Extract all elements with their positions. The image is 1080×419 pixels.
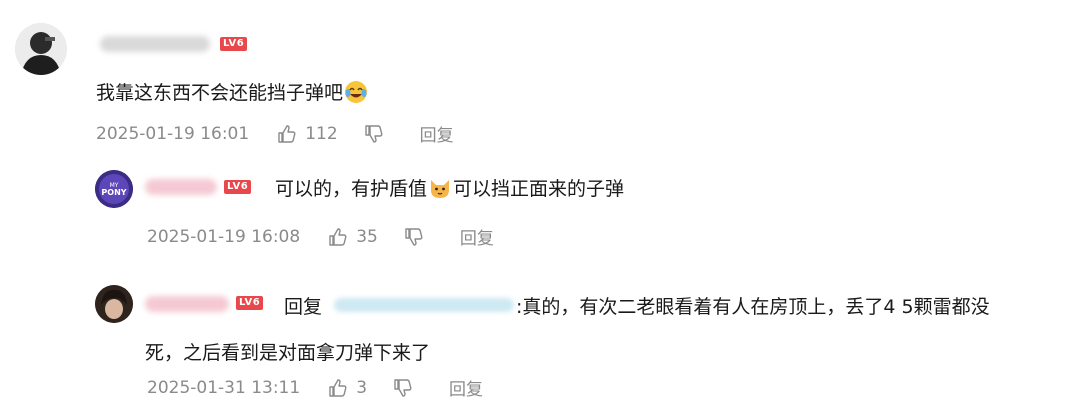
like-count: 3: [356, 377, 368, 398]
timestamp: 2025-01-19 16:08: [147, 226, 301, 247]
thumbs-down-icon[interactable]: [404, 227, 424, 247]
comment-2: MY PONY LV6 可以的，有护盾值 可以挡正面来的子弹 2025-01-19…: [0, 150, 1080, 265]
thumbs-up-icon[interactable]: [328, 227, 348, 247]
comment-text-tail: 可以挡正面来的子弹: [453, 178, 625, 200]
svg-text:PONY: PONY: [101, 188, 126, 197]
comment-text: 我靠这东西不会还能挡子弹吧: [96, 78, 369, 105]
timestamp: 2025-01-19 16:01: [96, 123, 250, 144]
username-blurred[interactable]: [100, 36, 210, 52]
avatar[interactable]: [15, 23, 67, 75]
level-badge: LV6: [236, 296, 264, 310]
comment-text-main: 我靠这东西不会还能挡子弹吧: [96, 82, 344, 104]
reply-button[interactable]: 回复: [420, 121, 454, 146]
username-blurred[interactable]: [145, 179, 217, 195]
mention-username-blurred[interactable]: [334, 298, 514, 312]
avatar[interactable]: MY PONY: [95, 170, 133, 208]
thumbs-down-icon[interactable]: [364, 124, 384, 144]
comment-meta: 2025-01-19 16:08 35 回复: [147, 224, 494, 250]
thumbs-up-icon[interactable]: [328, 378, 348, 398]
comment-3: LV6 回复 :真的，有次二老眼看着有人在房顶上，丢了4 5颗雷都没 死，之后看…: [0, 265, 1080, 419]
username-blurred[interactable]: [145, 296, 229, 312]
comment-text-main: 可以的，有护盾值: [275, 178, 428, 200]
thumbs-down-icon[interactable]: [393, 378, 413, 398]
comment-text: 可以的，有护盾值 可以挡正面来的子弹: [275, 174, 624, 201]
reply-button[interactable]: 回复: [460, 224, 494, 249]
comment-text-line-1: :真的，有次二老眼看着有人在房顶上，丢了4 5颗雷都没: [516, 296, 990, 318]
like-count: 35: [356, 226, 378, 247]
timestamp: 2025-01-31 13:11: [147, 377, 301, 398]
level-badge: LV6: [224, 180, 252, 194]
reply-button[interactable]: 回复: [449, 375, 483, 400]
crying-laughing-emoji-icon: [345, 81, 368, 103]
like-count: 112: [305, 123, 338, 144]
reply-prefix: 回复: [284, 296, 323, 318]
comment-meta: 2025-01-19 16:01 112 回复: [96, 121, 454, 147]
thumbs-up-icon[interactable]: [277, 124, 297, 144]
comment-meta: 2025-01-31 13:11 3 回复: [147, 375, 483, 401]
cat-emoji-icon: [431, 180, 450, 198]
comment-1: LV6 我靠这东西不会还能挡子弹吧 2025-01-19 16:01 112 回…: [0, 0, 1080, 150]
avatar[interactable]: [95, 285, 133, 323]
level-badge: LV6: [220, 37, 248, 51]
comment-text-line-2: 死，之后看到是对面拿刀弹下来了: [145, 342, 431, 364]
